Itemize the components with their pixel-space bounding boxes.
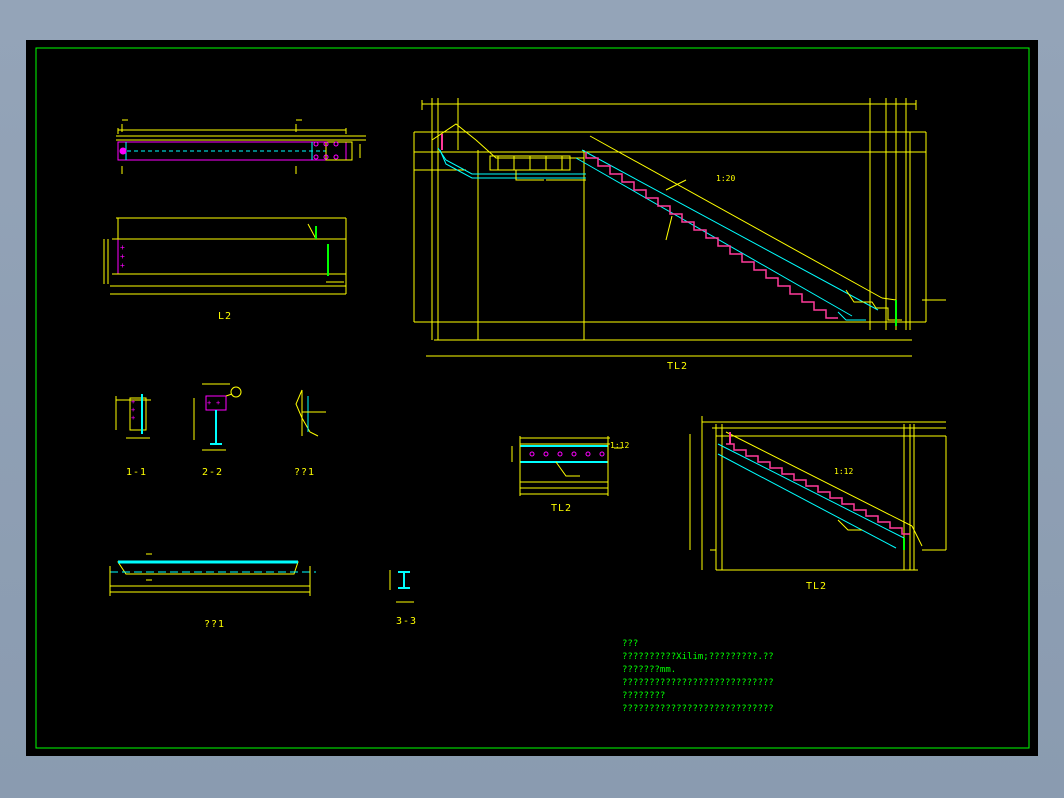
detail-1-beam bbox=[109, 553, 316, 596]
section-1-1: + + + bbox=[115, 394, 151, 439]
notes-heading: ??? bbox=[622, 639, 639, 649]
beam-l2-elevation: + + + bbox=[103, 217, 347, 295]
title-section-3-3: 3-3 bbox=[396, 616, 418, 627]
notes-line-1: ??????????Xilim;?????????.?? bbox=[622, 652, 774, 662]
title-detail-1: ??1 bbox=[294, 467, 316, 478]
svg-text:+: + bbox=[120, 243, 125, 252]
notes-line-3: ???????????????????????????? bbox=[622, 678, 774, 688]
svg-text:+: + bbox=[216, 399, 220, 407]
beam-l2-plan bbox=[116, 124, 366, 174]
svg-text:+: + bbox=[120, 252, 125, 261]
title-section-1-1: 1-1 bbox=[126, 467, 148, 478]
svg-text:+: + bbox=[131, 406, 135, 414]
notes-line-4: ???????? bbox=[622, 691, 666, 701]
notes-block: ??? ??????????Xilim;?????????.?? ???????… bbox=[622, 638, 774, 716]
title-detail-2: ??1 bbox=[204, 619, 226, 630]
drawing-sheet: + + + + + + + + L2 1-1 2-2 ??1 ??1 3-3 T… bbox=[26, 40, 1038, 756]
detail-1-top bbox=[295, 389, 326, 437]
slope-main: 1:20 bbox=[716, 174, 736, 183]
stair-tl2-right bbox=[689, 416, 947, 571]
svg-text:+: + bbox=[131, 398, 135, 406]
title-tl2-small: TL2 bbox=[551, 503, 573, 514]
svg-text:+: + bbox=[120, 261, 125, 270]
outer-frame bbox=[35, 47, 1030, 749]
section-3-3 bbox=[389, 570, 414, 603]
title-tl2-main: TL2 bbox=[667, 361, 689, 372]
slope-right: 1:12 bbox=[834, 467, 854, 476]
notes-line-5: ???????????????????????????? bbox=[622, 704, 774, 714]
notes-line-2: ???????mm. bbox=[622, 665, 677, 675]
stair-tl2-main bbox=[413, 98, 946, 357]
slope-small: 1:12 bbox=[610, 441, 630, 450]
title-section-2-2: 2-2 bbox=[202, 467, 224, 478]
drawing-canvas: + + + + + + + + bbox=[35, 47, 1030, 749]
section-2-2: + + bbox=[193, 383, 242, 451]
stair-tl2-small bbox=[511, 436, 622, 496]
title-tl2-mid: TL2 bbox=[806, 581, 828, 592]
svg-text:+: + bbox=[131, 414, 135, 422]
svg-text:+: + bbox=[207, 399, 211, 407]
title-l2: L2 bbox=[218, 311, 233, 322]
